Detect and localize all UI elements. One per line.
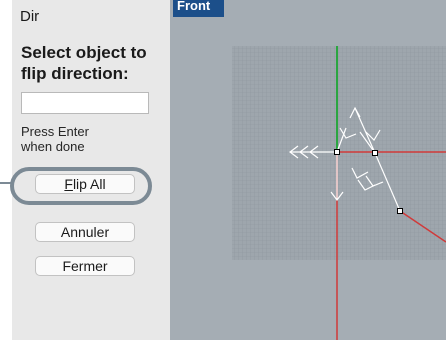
flip-all-button[interactable]: Flip All	[35, 174, 135, 194]
enter-hint: Press Enter when done	[21, 124, 89, 154]
front-viewport[interactable]: Front	[170, 0, 446, 340]
flip-all-label: lip All	[72, 176, 106, 192]
control-point	[372, 150, 378, 156]
object-input-field[interactable]	[21, 92, 149, 114]
control-point	[334, 149, 340, 155]
control-point	[397, 208, 403, 214]
viewport-canvas[interactable]	[170, 0, 446, 340]
command-panel: Dir Select object to flip direction: Pre…	[12, 0, 170, 340]
cancel-button[interactable]: Annuler	[35, 222, 135, 242]
flip-all-mnemonic: F	[64, 176, 73, 192]
command-prompt: Select object to flip direction:	[21, 43, 147, 83]
callout-line-annotation	[0, 182, 11, 184]
close-button[interactable]: Fermer	[35, 256, 135, 276]
viewport-tab-front[interactable]: Front	[173, 0, 224, 17]
panel-title: Dir	[20, 8, 40, 25]
